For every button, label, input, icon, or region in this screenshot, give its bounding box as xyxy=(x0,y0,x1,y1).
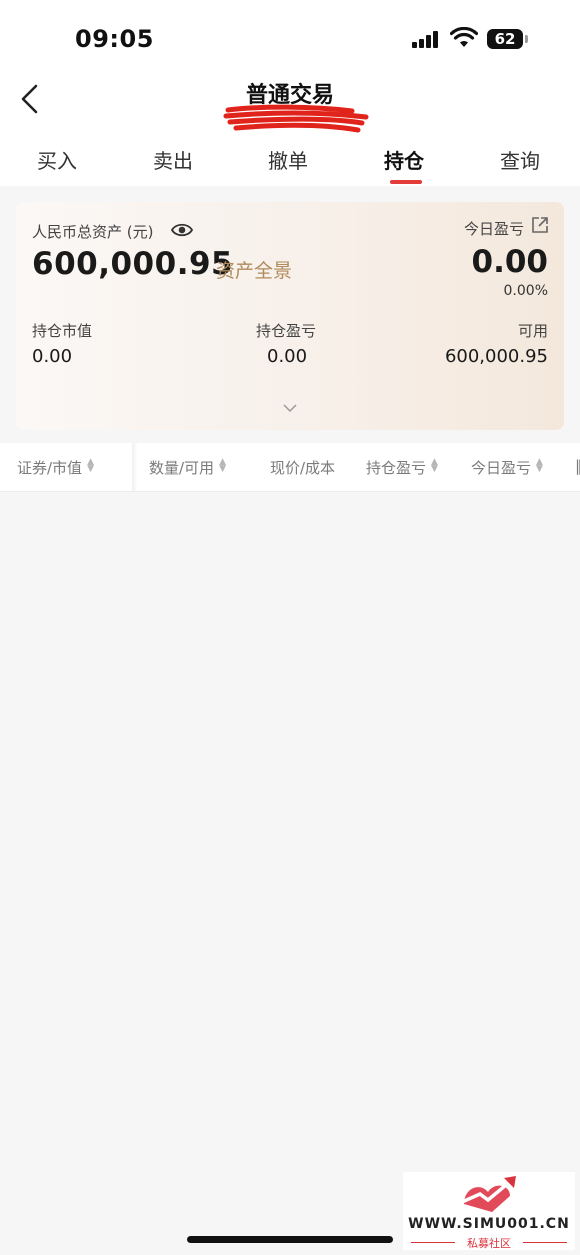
eye-icon[interactable] xyxy=(170,219,194,241)
external-link-icon[interactable] xyxy=(531,216,549,234)
col-security-value[interactable]: 证券/市值 ▲ ▼ xyxy=(17,457,94,478)
position-pnl-label: 持仓盈亏 xyxy=(256,322,317,340)
today-pnl-value: 0.00 xyxy=(471,244,549,280)
available-label: 可用 xyxy=(517,322,548,340)
total-assets-value: 600,000.95 xyxy=(32,246,234,282)
col-overflow: ‖ xyxy=(575,457,580,475)
sort-icon: ▲ ▼ xyxy=(536,457,543,474)
sort-icon: ▲ ▼ xyxy=(87,457,94,474)
watermark-logo: WWW.SIMU001.CN 私募社区 xyxy=(403,1172,575,1250)
tab-cancel-order[interactable]: 撤单 xyxy=(268,145,308,174)
today-pnl-label: 今日盈亏 xyxy=(463,220,524,238)
today-pnl-percent: 0.00% xyxy=(503,283,548,299)
asset-summary-card: 人民币总资产 (元) 600,000.95 资产全景 今日盈亏 0.00 0.0… xyxy=(16,202,564,430)
tab-positions[interactable]: 持仓 xyxy=(384,145,424,174)
positions-table-header: 证券/市值▲▼ 数量/可用▲▼ 现价/成本 持仓盈亏▲▼ 今日盈亏▲▼ ‖ xyxy=(0,443,580,492)
tab-query[interactable]: 查询 xyxy=(500,145,540,174)
sort-icon: ▲ ▼ xyxy=(431,457,438,474)
col-price-cost: 现价/成本 xyxy=(270,459,336,477)
battery-tip xyxy=(525,35,528,43)
col-today-pnl[interactable]: 今日盈亏 ▲ ▼ xyxy=(471,457,543,478)
watermark-site: WWW.SIMU001.CN xyxy=(408,1216,570,1232)
sort-icon: ▲ ▼ xyxy=(219,457,226,474)
position-value: 0.00 xyxy=(32,346,73,367)
position-pnl-value: 0.00 xyxy=(267,346,308,367)
logo-mark-icon xyxy=(461,1176,516,1212)
status-time: 09:05 xyxy=(75,25,154,53)
col-quantity-available[interactable]: 数量/可用 ▲ ▼ xyxy=(149,457,226,478)
sticky-column-shadow xyxy=(132,443,138,491)
wifi-icon xyxy=(450,27,478,47)
available-value: 600,000.95 xyxy=(444,346,548,367)
total-assets-label: 人民币总资产 (元) xyxy=(32,223,154,241)
signal-icon xyxy=(412,30,442,48)
active-tab-indicator xyxy=(390,180,422,184)
position-value-label: 持仓市值 xyxy=(32,322,93,340)
watermark-rule-right xyxy=(523,1242,567,1243)
redaction-scribble xyxy=(223,104,369,133)
chevron-down-icon[interactable] xyxy=(282,402,298,414)
home-indicator xyxy=(187,1236,393,1243)
tab-sell[interactable]: 卖出 xyxy=(153,145,193,174)
tab-buy[interactable]: 买入 xyxy=(37,145,77,174)
asset-overview-link[interactable]: 资产全景 xyxy=(216,256,292,283)
battery-icon: 62 xyxy=(487,29,523,49)
watermark-name: 私募社区 xyxy=(467,1237,511,1250)
col-position-pnl[interactable]: 持仓盈亏 ▲ ▼ xyxy=(366,457,438,478)
